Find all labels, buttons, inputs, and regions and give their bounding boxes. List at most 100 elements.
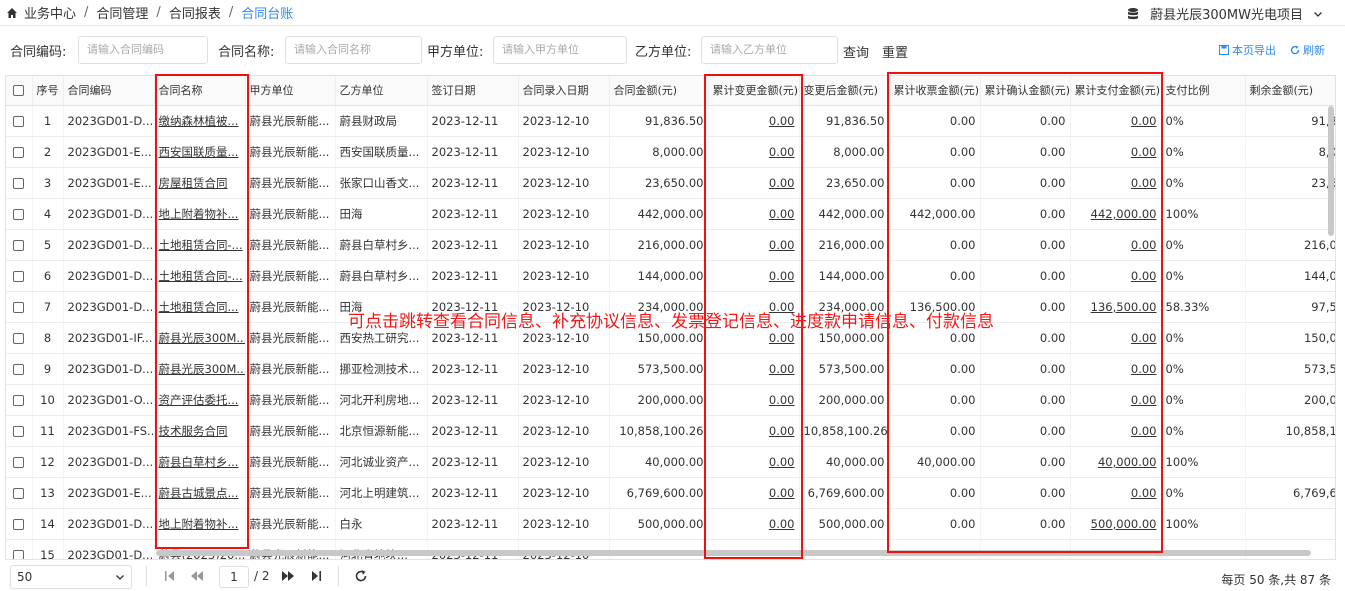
header-party-a[interactable]: 甲方单位 — [245, 76, 336, 106]
cell-remaining-amount: 144,000 — [1245, 260, 1335, 292]
cell-party-b: 张家口山香文... — [335, 167, 428, 199]
header-amount-after-change[interactable]: 变更后金额(元) — [799, 76, 890, 106]
cell-contract-code: 2023GD01-E... — [63, 167, 155, 199]
cell-remaining-amount: 8,000 — [1245, 136, 1335, 168]
cell-index: 10 — [32, 384, 64, 416]
export-button[interactable]: 本页导出 — [1219, 42, 1276, 58]
party-a-input[interactable]: 请输入甲方单位 — [493, 36, 627, 64]
home-icon[interactable] — [6, 7, 18, 19]
cell-contract-code: 2023GD01-FS... — [63, 415, 155, 447]
cell-remaining-amount: 23,650 — [1245, 167, 1335, 199]
header-contract-amount[interactable]: 合同金额(元) — [609, 76, 709, 106]
cell-remaining-amount: 150,000 — [1245, 322, 1335, 354]
cell-entry-date: 2023-12-10 — [518, 446, 610, 478]
breadcrumb-item-current: 合同台账 — [241, 7, 294, 22]
header-contract-code[interactable]: 合同编码 — [63, 76, 155, 106]
cell-contract-amount: 144,000.00 — [609, 260, 709, 292]
cell-index: 4 — [32, 198, 64, 230]
row-checkbox[interactable] — [6, 353, 33, 385]
cell-amount-after-change: 40,000.00 — [799, 446, 890, 478]
reset-button[interactable]: 重置 — [882, 42, 908, 61]
header-payment-ratio[interactable]: 支付比例 — [1161, 76, 1246, 106]
contract-name-input[interactable]: 请输入合同名称 — [285, 36, 422, 64]
database-icon — [1128, 7, 1139, 19]
last-page-icon[interactable] — [309, 569, 323, 583]
header-sign-date[interactable]: 签订日期 — [427, 76, 519, 106]
cell-payment-ratio: 100% — [1161, 446, 1246, 478]
refresh-button[interactable]: 刷新 — [1290, 42, 1325, 58]
row-checkbox[interactable] — [6, 446, 33, 478]
cell-sign-date: 2023-12-11 — [427, 508, 519, 540]
header-remaining-amount[interactable]: 剩余金额(元) — [1245, 76, 1335, 106]
cell-remaining-amount: 216,000 — [1245, 229, 1335, 261]
cell-index: 13 — [32, 477, 64, 509]
cell-party-a: 蔚县光辰新能... — [245, 384, 336, 416]
cell-index: 11 — [32, 415, 64, 447]
row-checkbox[interactable] — [6, 477, 33, 509]
search-bar: 合同编码: 请输入合同编码 合同名称: 请输入合同名称 甲方单位: 请输入甲方单… — [0, 34, 1345, 66]
cell-payment-ratio: 0% — [1161, 384, 1246, 416]
query-button[interactable]: 查询 — [843, 42, 869, 61]
row-checkbox[interactable] — [6, 322, 33, 354]
page-size-select[interactable]: 50 — [10, 565, 132, 589]
first-page-icon[interactable] — [163, 569, 177, 583]
cell-index: 12 — [32, 446, 64, 478]
cell-party-b: 田海 — [335, 198, 428, 230]
cell-contract-amount: 442,000.00 — [609, 198, 709, 230]
cell-index: 7 — [32, 291, 64, 323]
export-label: 本页导出 — [1232, 44, 1276, 57]
contract-code-input[interactable]: 请输入合同编码 — [78, 36, 208, 64]
cell-index: 5 — [32, 229, 64, 261]
breadcrumb-item-contract-mgmt[interactable]: 合同管理 — [96, 3, 148, 22]
vertical-scrollbar[interactable] — [1328, 106, 1334, 236]
cell-contract-amount: 23,650.00 — [609, 167, 709, 199]
cell-payment-ratio: 100% — [1161, 508, 1246, 540]
row-checkbox[interactable] — [6, 260, 33, 292]
cell-amount-after-change: 8,000.00 — [799, 136, 890, 168]
select-all-checkbox[interactable] — [6, 76, 33, 106]
pagination: 50 1 / 2 每页 50 条,共 87 条 — [0, 563, 1345, 591]
row-checkbox[interactable] — [6, 508, 33, 540]
row-checkbox[interactable] — [6, 291, 33, 323]
breadcrumb-item-contract-report[interactable]: 合同报表 — [169, 3, 221, 22]
cell-contract-amount: 500,000.00 — [609, 508, 709, 540]
cell-sign-date: 2023-12-11 — [427, 384, 519, 416]
annotation-box-contract-name — [155, 74, 249, 549]
divider — [338, 566, 339, 586]
cell-payment-ratio: 0% — [1161, 353, 1246, 385]
row-checkbox[interactable] — [6, 105, 33, 137]
current-page-input[interactable]: 1 — [219, 566, 249, 588]
breadcrumb-separator: / — [84, 5, 89, 20]
party-b-input[interactable]: 请输入乙方单位 — [701, 36, 838, 64]
cell-sign-date: 2023-12-11 — [427, 105, 519, 137]
cell-party-a: 蔚县光辰新能... — [245, 229, 336, 261]
row-checkbox[interactable] — [6, 136, 33, 168]
next-page-icon[interactable] — [281, 569, 295, 583]
reload-icon[interactable] — [354, 569, 368, 583]
row-checkbox[interactable] — [6, 198, 33, 230]
cell-party-b: 河北诚业资产... — [335, 446, 428, 478]
row-checkbox[interactable] — [6, 167, 33, 199]
cell-party-b: 蔚县白草村乡... — [335, 260, 428, 292]
project-selector[interactable]: 蔚县光辰300MW光电项目 — [1126, 4, 1323, 23]
header-party-b[interactable]: 乙方单位 — [335, 76, 428, 106]
cell-contract-code: 2023GD01-D... — [63, 446, 155, 478]
breadcrumb-item-business[interactable]: 业务中心 — [24, 3, 76, 22]
party-b-label: 乙方单位: — [635, 45, 692, 60]
row-checkbox[interactable] — [6, 384, 33, 416]
cell-payment-ratio: 0% — [1161, 260, 1246, 292]
header-index: 序号 — [32, 76, 64, 106]
cell-remaining-amount: 0 — [1245, 508, 1335, 540]
row-checkbox[interactable] — [6, 539, 33, 559]
header-entry-date[interactable]: 合同录入日期 — [518, 76, 610, 106]
cell-party-b: 挪亚检测技术... — [335, 353, 428, 385]
cell-amount-after-change: 573,500.00 — [799, 353, 890, 385]
row-checkbox[interactable] — [6, 415, 33, 447]
cell-entry-date: 2023-12-10 — [518, 415, 610, 447]
prev-page-icon[interactable] — [190, 569, 204, 583]
row-checkbox[interactable] — [6, 229, 33, 261]
breadcrumb-separator: / — [228, 5, 234, 20]
cell-remaining-amount: 0 — [1245, 446, 1335, 478]
cell-sign-date: 2023-12-11 — [427, 167, 519, 199]
cell-party-a: 蔚县光辰新能... — [245, 260, 336, 292]
